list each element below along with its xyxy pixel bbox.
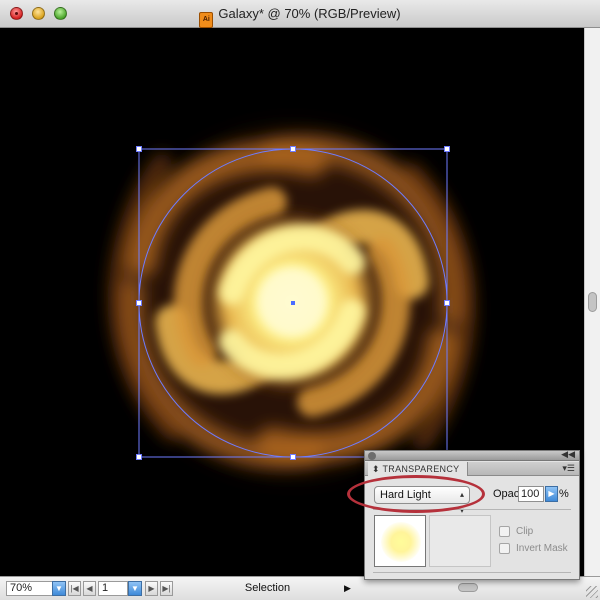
transparency-panel: ◀◀ ⬍ TRANSPARENCY ▾☰ Hard Light ▴ ▾ Opaci… <box>364 449 580 580</box>
zoom-level-field[interactable]: 70% <box>6 581 56 596</box>
object-thumbnail[interactable] <box>374 515 426 567</box>
vertical-scroll-thumb[interactable] <box>588 292 597 312</box>
panel-collapse-icon[interactable]: ◀◀ <box>561 449 575 460</box>
opacity-input[interactable]: 100 <box>518 486 544 502</box>
next-page-icon: ▶ <box>148 584 155 593</box>
panel-tab-bar: ⬍ TRANSPARENCY ▾☰ <box>365 462 579 476</box>
prev-page-button[interactable]: ◀ <box>83 581 96 596</box>
thumbnail-preview-image <box>381 522 421 562</box>
last-page-button[interactable]: ▶| <box>160 581 173 596</box>
panel-menu-icon[interactable]: ▾☰ <box>562 463 575 474</box>
first-page-icon: |◀ <box>70 584 79 593</box>
window-title-group: Ai Galaxy* @ 70% (RGB/Preview) <box>0 6 600 28</box>
dropdown-arrow-icon: ▼ <box>55 584 63 593</box>
tab-transparency-label: TRANSPARENCY <box>382 464 460 474</box>
page-number-field[interactable]: 1 <box>98 581 128 596</box>
panel-header[interactable]: ◀◀ <box>365 449 579 461</box>
play-arrow-icon: ▶ <box>548 489 555 498</box>
opacity-mask-slot[interactable] <box>429 515 491 567</box>
status-menu-arrow-icon[interactable]: ▶ <box>344 583 351 594</box>
panel-close-button[interactable] <box>368 452 376 460</box>
clip-checkbox[interactable] <box>499 526 510 537</box>
window-title: Galaxy* @ 70% (RGB/Preview) <box>218 6 401 21</box>
page-dropdown-button[interactable]: ▼ <box>128 581 142 596</box>
opacity-unit: % <box>559 488 569 500</box>
status-tool-label[interactable]: Selection <box>180 582 355 594</box>
opacity-slider-button[interactable]: ▶ <box>545 486 558 502</box>
resize-grip-icon[interactable] <box>586 586 598 598</box>
window-titlebar: Ai Galaxy* @ 70% (RGB/Preview) <box>0 0 600 28</box>
tab-transparency[interactable]: ⬍ TRANSPARENCY <box>368 462 469 476</box>
dropdown-arrow-icon: ▼ <box>131 584 139 593</box>
highlight-annotation-ellipse <box>347 475 485 513</box>
panel-bottom-divider <box>373 572 571 573</box>
horizontal-scroll-thumb[interactable] <box>458 583 478 592</box>
center-point <box>291 301 295 305</box>
invert-mask-checkbox[interactable] <box>499 543 510 554</box>
zoom-dropdown-button[interactable]: ▼ <box>52 581 66 596</box>
prev-page-icon: ◀ <box>86 584 93 593</box>
last-page-icon: ▶| <box>162 584 171 593</box>
next-page-button[interactable]: ▶ <box>145 581 158 596</box>
first-page-button[interactable]: |◀ <box>68 581 81 596</box>
vertical-scrollbar[interactable] <box>584 28 600 576</box>
clip-label: Clip <box>516 526 534 537</box>
invert-mask-label: Invert Mask <box>516 543 568 554</box>
illustrator-file-icon: Ai <box>199 12 214 28</box>
